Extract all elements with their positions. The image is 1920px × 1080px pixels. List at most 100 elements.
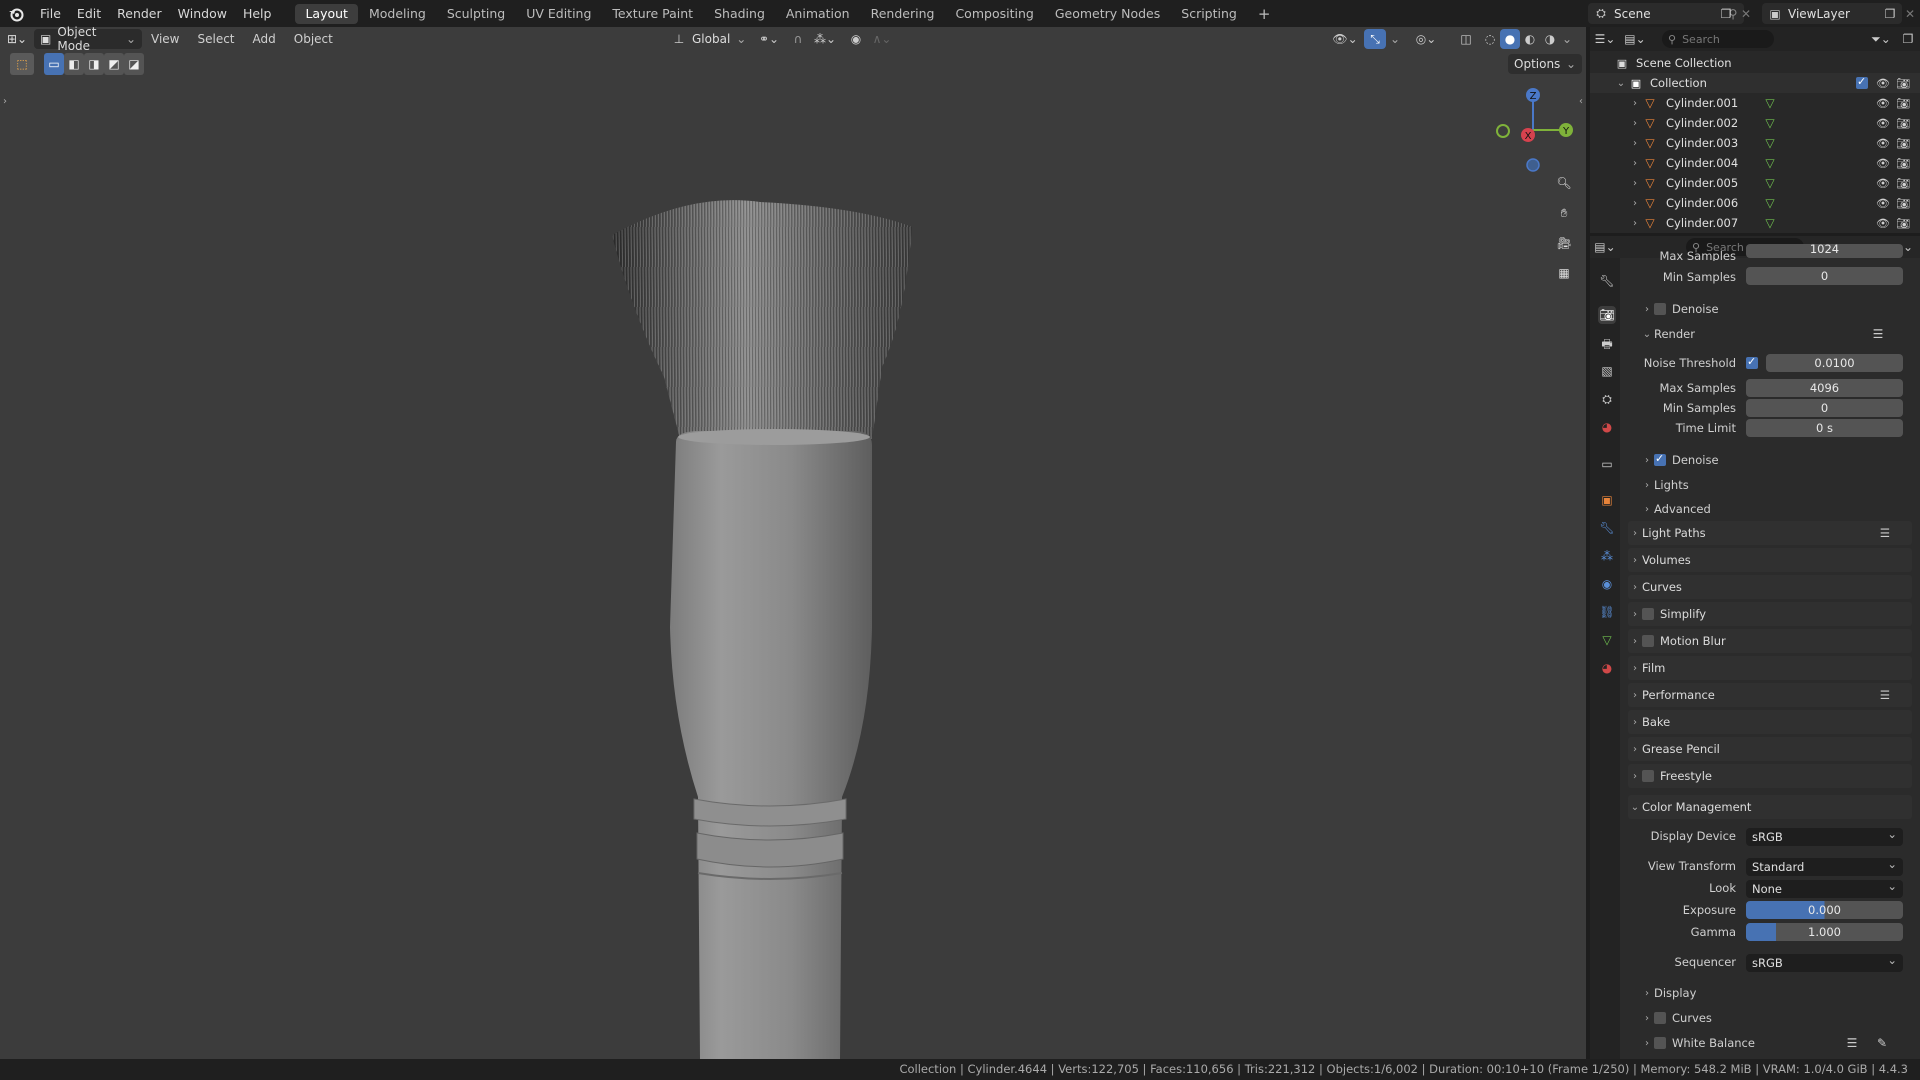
expand-chevron-icon[interactable]: › [1628,118,1642,129]
expand-chevron-icon[interactable]: › [1628,198,1642,209]
3d-viewport[interactable]: Z Y X 🔍︎ ✋︎ 🎥︎ ▦ ‹ › [0,27,1586,1059]
select-box-tool-icon[interactable]: ⬚ [10,53,34,75]
invert-selection-icon[interactable]: ◩ [104,53,124,75]
cut-max-samples-field[interactable]: 1024 [1746,244,1903,258]
render-presets-icon[interactable]: ☰ [1868,324,1888,344]
tab-uv-editing[interactable]: UV Editing [516,4,601,24]
menu-window[interactable]: Window [170,0,235,27]
motion-blur-checkbox[interactable] [1642,635,1654,647]
outliner-object-row[interactable]: › ▽ Cylinder.005 ▽ 👁︎ 📷︎ [1590,173,1920,193]
mesh-data-icon[interactable]: ▽ [1762,156,1778,170]
expand-chevron-icon[interactable]: › [1628,138,1642,149]
top-min-samples-field[interactable]: 0 [1746,267,1903,285]
max-samples-field[interactable]: 4096 [1746,379,1903,397]
extend-selection-icon[interactable]: ◧ [64,53,84,75]
add-workspace-button[interactable]: + [1248,4,1281,24]
tab-rendering[interactable]: Rendering [861,4,945,24]
noise-threshold-field[interactable]: 0.0100 [1766,354,1903,372]
new-scene-icon[interactable]: ❐ [1716,4,1736,24]
proportional-edit-icon[interactable]: ◉ [846,29,866,49]
render-tab-icon[interactable]: 📷︎ [1598,306,1616,324]
data-tab-icon[interactable]: ▽ [1598,631,1616,649]
collection-exclude-checkbox[interactable] [1856,75,1868,89]
menu-select[interactable]: Select [188,28,243,50]
menu-view[interactable]: View [142,28,188,50]
menu-edit[interactable]: Edit [69,0,109,27]
properties-editor-icon[interactable]: ▤⌄ [1590,240,1620,254]
menu-add[interactable]: Add [244,28,285,50]
ortho-grid-icon[interactable]: ▦ [1552,261,1576,285]
sidebar-toggle-icon[interactable]: ‹ [1576,93,1586,109]
mesh-data-icon[interactable]: ▽ [1762,136,1778,150]
freestyle-checkbox[interactable] [1642,770,1654,782]
material-shading-icon[interactable]: ◐ [1520,29,1540,49]
collection-tab-icon[interactable]: ▭ [1598,455,1616,473]
advanced-row[interactable]: › Advanced [1640,499,1711,519]
render-camera-icon[interactable]: 📷︎ [1896,117,1910,130]
menu-file[interactable]: File [32,0,69,27]
cm-curves-checkbox[interactable] [1654,1012,1666,1024]
visibility-eye-icon[interactable]: 👁︎ [1876,77,1890,90]
mesh-data-icon[interactable]: ▽ [1762,196,1778,210]
white-balance-checkbox[interactable] [1654,1037,1666,1049]
outliner-object-row[interactable]: › ▽ Cylinder.001 ▽ 👁︎ 📷︎ [1590,93,1920,113]
denoise-top-checkbox[interactable] [1654,303,1666,315]
volumes-panel[interactable]: › Volumes [1628,548,1912,572]
visibility-filter-icon[interactable]: 👁︎⌄ [1330,29,1360,49]
render-camera-icon[interactable]: 📷︎ [1896,197,1910,210]
pan-hand-icon[interactable]: ✋︎ [1552,201,1576,225]
pivot-icon[interactable]: ⚭⌄ [754,29,784,49]
subtract-selection-icon[interactable]: ◨ [84,53,104,75]
outliner-object-row[interactable]: › ▽ Cylinder.007 ▽ 👁︎ 📷︎ [1590,213,1920,233]
visibility-eye-icon[interactable]: 👁︎ [1876,117,1890,130]
tab-sculpting[interactable]: Sculpting [437,4,515,24]
tab-texture-paint[interactable]: Texture Paint [602,4,703,24]
zoom-icon[interactable]: 🔍︎ [1552,171,1576,195]
grease-pencil-panel[interactable]: › Grease Pencil [1628,737,1912,761]
outliner-object-row[interactable]: › ▽ Cylinder.006 ▽ 👁︎ 📷︎ [1590,193,1920,213]
intersect-selection-icon[interactable]: ◪ [124,53,144,75]
gamma-slider[interactable]: 1.000 [1746,923,1903,941]
curves-panel[interactable]: › Curves [1628,575,1912,599]
set-new-selection-icon[interactable]: ▭ [44,53,64,75]
mesh-data-icon[interactable]: ▽ [1762,96,1778,110]
bake-panel[interactable]: › Bake [1628,710,1912,734]
visibility-eye-icon[interactable]: 👁︎ [1876,137,1890,150]
scene-tab-icon[interactable]: ⛭ [1598,390,1616,408]
view-transform-select[interactable]: Standard [1746,855,1903,876]
outliner-object-row[interactable]: › ▽ Cylinder.002 ▽ 👁︎ 📷︎ [1590,113,1920,133]
display-mode-icon[interactable]: ▤⌄ [1620,32,1650,46]
eyedropper-icon[interactable]: ✎ [1872,1033,1892,1053]
film-panel[interactable]: › Film [1628,656,1912,680]
time-limit-field[interactable]: 0 s [1746,419,1903,437]
tool-tab-icon[interactable]: 🔧︎ [1598,272,1616,290]
constraints-tab-icon[interactable]: ⛓ [1598,603,1616,621]
tab-compositing[interactable]: Compositing [945,4,1043,24]
look-select[interactable]: None [1746,877,1903,898]
render-camera-icon[interactable]: 📷︎ [1896,137,1910,150]
menu-object[interactable]: Object [285,28,342,50]
solid-shading-icon[interactable]: ● [1500,29,1520,49]
tab-animation[interactable]: Animation [776,4,860,24]
lights-row[interactable]: › Lights [1640,475,1689,495]
camera-view-icon[interactable]: 🎥︎ [1552,231,1576,255]
visibility-eye-icon[interactable]: 👁︎ [1876,177,1890,190]
expand-chevron-icon[interactable]: › [1628,178,1642,189]
expand-chevron-icon[interactable]: › [1628,218,1642,229]
delete-scene-icon[interactable]: ✕ [1738,4,1754,24]
snap-target-icon[interactable]: ⁂⌄ [810,29,840,49]
white-balance-presets-icon[interactable]: ☰ [1842,1033,1862,1053]
menu-help[interactable]: Help [235,0,280,27]
performance-presets-icon[interactable]: ☰ [1880,688,1890,702]
blender-logo-icon[interactable] [0,0,32,27]
motion-blur-panel[interactable]: › Motion Blur [1628,629,1912,653]
scene-collection-row[interactable]: ▣ Scene Collection [1590,53,1920,73]
tab-scripting[interactable]: Scripting [1171,4,1247,24]
mesh-data-icon[interactable]: ▽ [1762,176,1778,190]
filter-icon[interactable]: ⏷⌄ [1866,32,1896,47]
render-camera-icon[interactable]: 📷︎ [1896,77,1910,90]
tab-modeling[interactable]: Modeling [359,4,436,24]
light-paths-presets-icon[interactable]: ☰ [1880,526,1890,540]
render-camera-icon[interactable]: 📷︎ [1896,217,1910,230]
new-collection-icon[interactable]: ❐ [1896,32,1920,46]
